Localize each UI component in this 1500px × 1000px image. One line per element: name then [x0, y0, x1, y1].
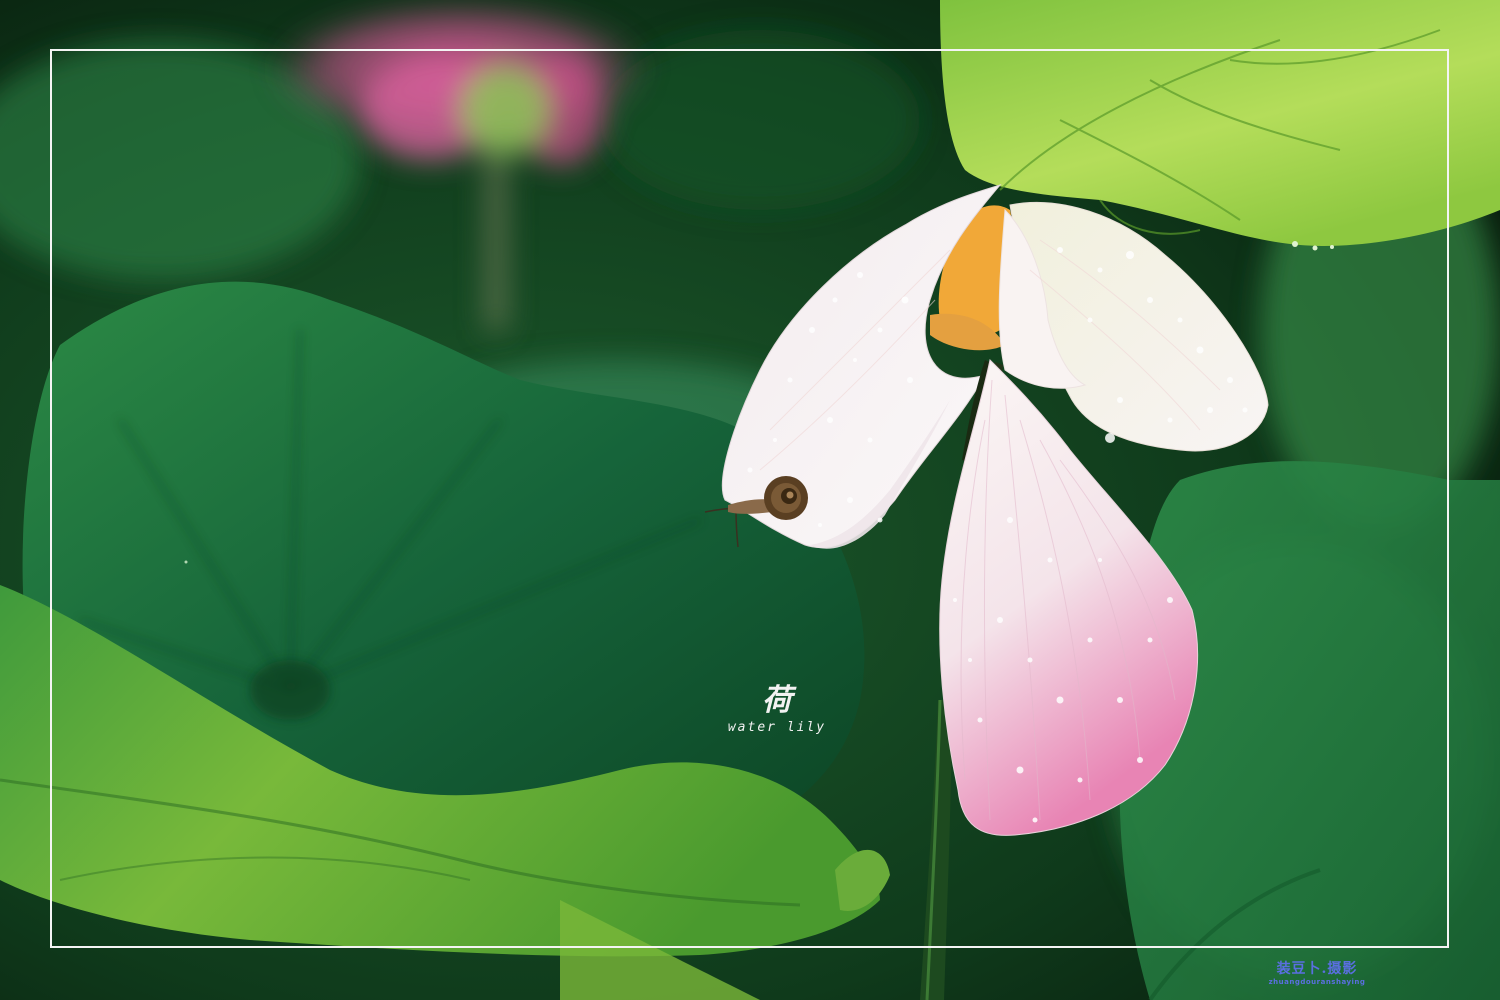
lotus-scene	[0, 0, 1500, 1000]
photograph: 荷 water lily 装豆卜.摄影 zhuangdouranshaying	[0, 0, 1500, 1000]
caption-subtitle: water lily	[727, 720, 827, 735]
photographer-watermark: 装豆卜.摄影 zhuangdouranshaying	[1262, 960, 1372, 986]
watermark-sub: zhuangdouranshaying	[1268, 978, 1366, 986]
caption: 荷 water lily	[722, 683, 832, 736]
watermark-main: 装豆卜.摄影	[1276, 961, 1358, 977]
caption-title: 荷	[762, 683, 792, 718]
